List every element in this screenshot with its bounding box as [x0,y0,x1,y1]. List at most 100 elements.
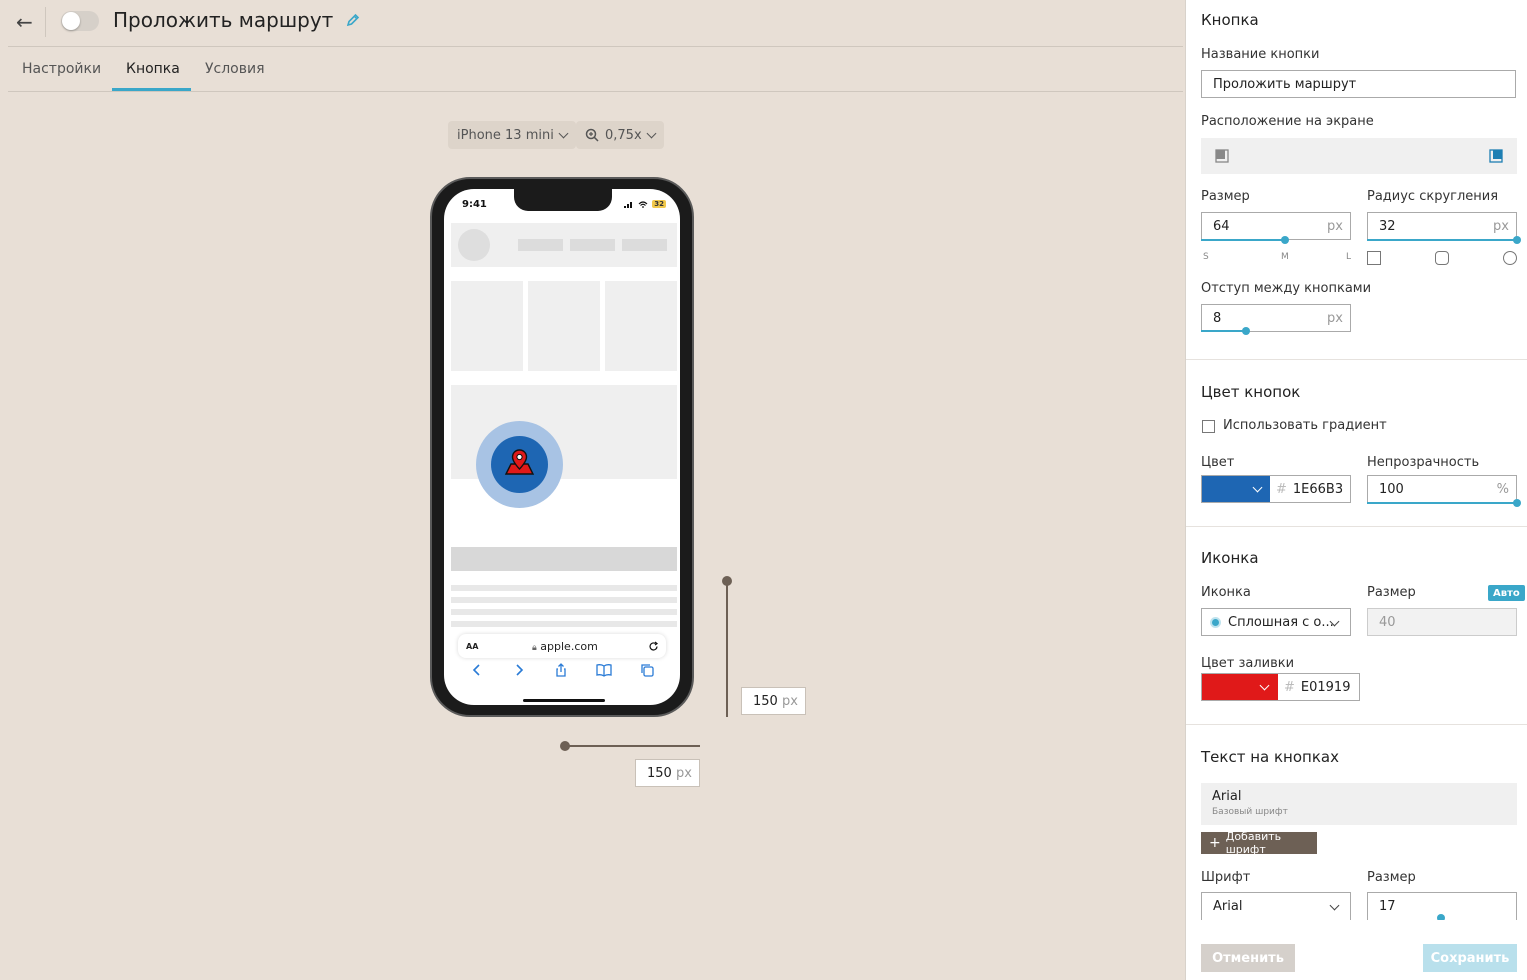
fill-color-picker[interactable]: # E01919 [1201,673,1360,701]
position-right-icon[interactable] [1489,149,1503,163]
cancel-button[interactable]: Отменить [1201,944,1295,972]
button-name-label: Название кнопки [1201,47,1320,62]
home-indicator [523,699,605,702]
vertical-offset-line [726,580,728,717]
fill-color-swatch[interactable] [1202,674,1278,700]
bookmarks-icon [596,664,612,677]
unit-label: px [676,765,692,781]
fill-color-label: Цвет заливки [1201,656,1295,671]
text-size-button: AA [466,641,479,651]
browser-url-bar: AA 🔒︎ apple.com [458,634,666,658]
size-input[interactable]: 64 px [1201,212,1351,240]
page-header: ← Проложить маршрут [8,0,1183,47]
icon-label: Иконка [1201,585,1251,600]
chevron-down-icon [1259,680,1270,690]
auto-badge[interactable]: Авто [1488,585,1525,601]
phone-preview: 9:41 32 AA 🔒︎ apple.com [430,177,694,717]
map-pin-icon [504,449,535,475]
fill-hex-value: E01919 [1300,679,1351,695]
opacity-input[interactable]: 100 % [1367,475,1517,503]
color-picker[interactable]: #1E66B3 [1201,475,1351,503]
radius-input[interactable]: 32 px [1367,212,1517,240]
fill-hex-field[interactable]: # E01919 [1278,674,1350,700]
header-divider [45,7,46,37]
radius-label: Радиус скругления [1367,189,1499,204]
icon-size-value: 40 [1379,614,1396,630]
position-label: Расположение на экране [1201,114,1374,129]
gradient-checkbox[interactable] [1202,420,1215,433]
placeholder-text [622,239,667,251]
tab-bar: Настройки Кнопка Условия [8,48,1183,92]
color-hex-field[interactable]: #1E66B3 [1270,476,1343,502]
font-label: Шрифт [1201,870,1251,885]
radius-square-icon[interactable] [1367,251,1381,265]
opacity-slider-track [1367,502,1517,504]
horizontal-offset-input[interactable]: 150 px [635,759,700,787]
placeholder-line [451,621,677,627]
gradient-label: Использовать градиент [1223,418,1387,433]
section-divider [1186,359,1527,360]
chevron-down-icon [1252,482,1263,492]
opacity-slider-handle[interactable] [1513,499,1521,507]
add-font-button[interactable]: + Добавить шрифт [1201,830,1317,856]
spacing-slider-track [1201,330,1246,332]
vertical-offset-handle[interactable] [722,576,732,586]
spacing-input[interactable]: 8 px [1201,304,1351,332]
text-size-value: 17 [1379,899,1396,914]
section-title-text: Текст на кнопках [1201,748,1339,766]
status-icons: 32 [624,200,666,208]
radius-circle-icon[interactable] [1503,251,1517,265]
browser-nav [444,663,680,677]
section-title-button: Кнопка [1201,11,1259,29]
radius-value: 32 [1379,218,1396,234]
horizontal-offset-line [564,745,700,747]
button-name-input[interactable]: Проложить маршрут [1201,70,1516,98]
tab-settings[interactable]: Настройки [22,61,101,77]
opacity-label: Непрозрачность [1367,455,1480,470]
radius-slider-handle[interactable] [1513,236,1521,244]
font-card-subtitle: Базовый шрифт [1212,807,1288,817]
position-selector [1201,138,1517,174]
placeholder-text [518,239,563,251]
font-select[interactable]: Arial [1201,892,1351,920]
radius-rounded-icon[interactable] [1435,251,1449,265]
font-card[interactable]: Arial Базовый шрифт [1201,783,1517,825]
spacing-slider-handle[interactable] [1242,327,1250,335]
unit-label: % [1496,481,1509,497]
route-button-preview[interactable] [476,421,563,508]
battery-badge: 32 [652,200,666,208]
placeholder-text [570,239,615,251]
icon-style-radio-icon [1210,616,1221,628]
size-label: Размер [1201,189,1250,204]
tab-conditions[interactable]: Условия [205,61,265,77]
device-select[interactable]: iPhone 13 mini [448,121,576,149]
zoom-select[interactable]: 0,75x [576,121,664,149]
placeholder-line [451,609,677,615]
placeholder-card [605,281,677,371]
position-left-icon[interactable] [1215,149,1229,163]
phone-screen: 9:41 32 AA 🔒︎ apple.com [444,189,680,705]
unit-label: px [1493,218,1509,234]
status-time: 9:41 [462,199,487,210]
size-mark-l: L [1346,252,1352,262]
enable-toggle[interactable] [61,11,99,31]
horizontal-offset-handle[interactable] [560,741,570,751]
icon-size-label: Размер [1367,585,1416,600]
edit-pencil-icon[interactable] [346,13,360,27]
vertical-offset-input[interactable]: 150 px [741,687,806,715]
back-arrow-icon[interactable]: ← [16,10,33,34]
tab-button[interactable]: Кнопка [126,61,180,77]
save-button[interactable]: Сохранить [1423,944,1517,972]
chevron-down-icon [646,128,657,138]
wifi-icon [638,200,648,208]
section-title-colors: Цвет кнопок [1201,383,1301,401]
icon-size-input[interactable]: 40 [1367,608,1517,636]
button-name-value: Проложить маршрут [1213,76,1357,92]
color-swatch[interactable] [1202,476,1270,502]
size-slider-handle[interactable] [1281,236,1289,244]
size-slider-track [1201,239,1286,241]
icon-select[interactable]: Сплошная с о... [1201,608,1351,636]
vertical-offset-value: 150 [753,693,778,709]
hash-icon: # [1284,679,1295,695]
share-icon [556,663,566,677]
